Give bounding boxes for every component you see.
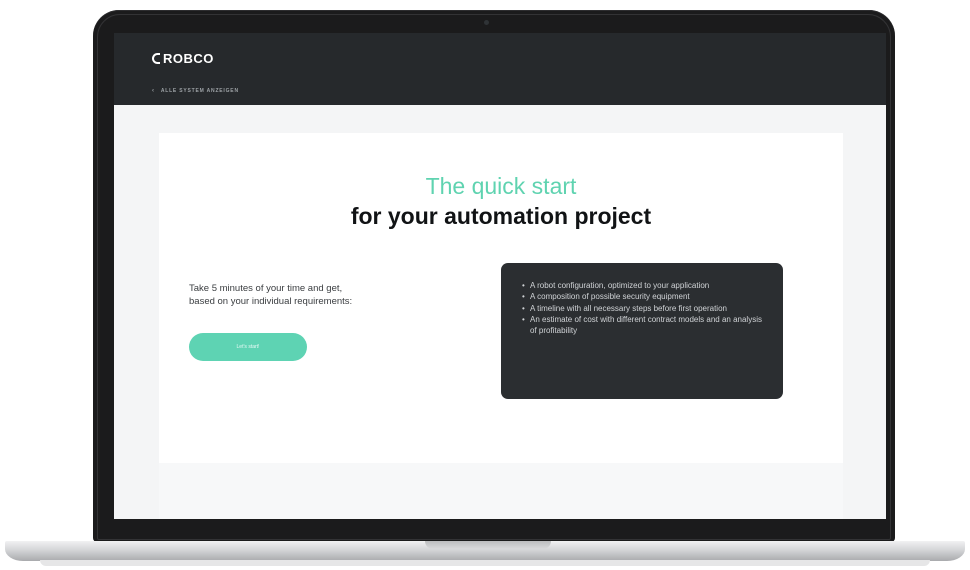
headline-accent: The quick start	[425, 173, 577, 199]
intro-line-1: Take 5 minutes of your time and get,	[189, 283, 343, 294]
benefit-item: A composition of possible security equip…	[522, 291, 763, 303]
breadcrumb[interactable]: ‹ ALLE SYSTEM ANZEIGEN	[152, 88, 239, 94]
intro-line-2: based on your individual requirements:	[189, 296, 353, 307]
webcam-icon	[484, 20, 489, 25]
laptop-base-shadow	[40, 560, 930, 566]
chevron-left-icon: ‹	[152, 88, 155, 94]
site-header: ROBCO ‹ ALLE SYSTEM ANZEIGEN	[114, 33, 886, 105]
start-button[interactable]: Let's start!	[189, 333, 307, 361]
robco-logo[interactable]: ROBCO	[152, 51, 214, 66]
breadcrumb-label: ALLE SYSTEM ANZEIGEN	[160, 88, 239, 94]
benefit-item: An estimate of cost with different contr…	[522, 314, 763, 337]
headline-main: for your automation project	[350, 203, 652, 229]
laptop-screen: ROBCO ‹ ALLE SYSTEM ANZEIGEN The quick s…	[114, 33, 886, 519]
benefit-item: A robot configuration, optimized to your…	[522, 280, 763, 292]
next-section-preview	[159, 463, 843, 519]
hero-section: The quick start for your automation proj…	[159, 133, 843, 463]
benefits-card: A robot configuration, optimized to your…	[501, 263, 783, 399]
robco-logo-icon	[152, 53, 160, 64]
benefits-list: A robot configuration, optimized to your…	[522, 280, 763, 336]
intro-text: Take 5 minutes of your time and get, bas…	[189, 282, 429, 308]
benefit-item: A timeline with all necessary steps befo…	[522, 303, 763, 315]
logo-text: ROBCO	[163, 51, 214, 66]
laptop-opening-notch	[425, 541, 551, 549]
page-side-gutter	[843, 105, 886, 519]
